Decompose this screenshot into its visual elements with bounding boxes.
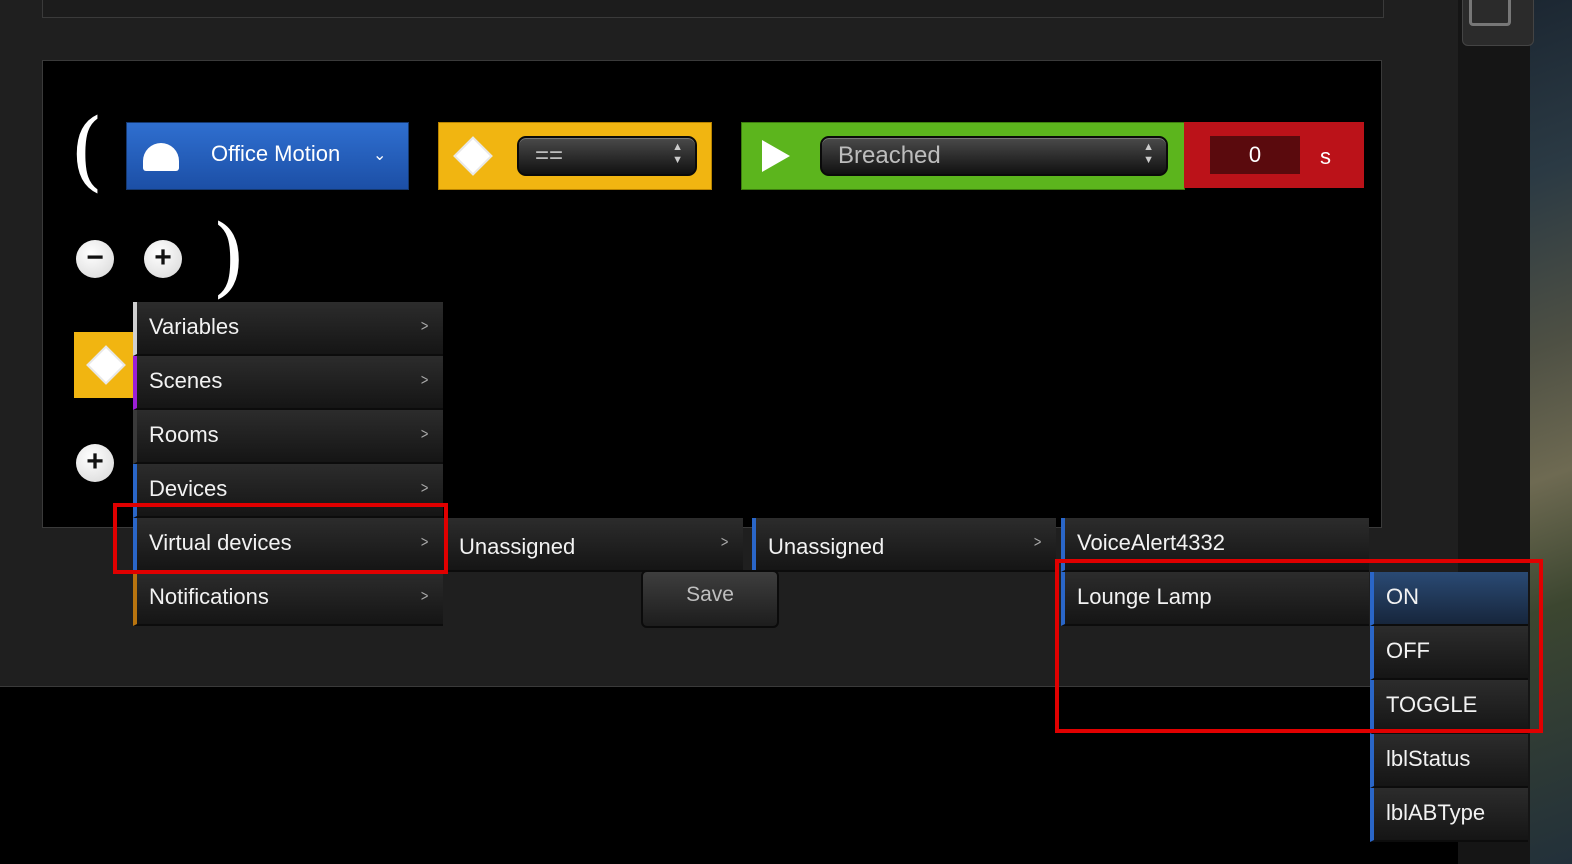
desktop-wallpaper	[1530, 0, 1572, 864]
save-button[interactable]: Save	[641, 570, 779, 628]
operator-block: == ▲ ▼	[438, 122, 712, 190]
delay-unit: s	[1320, 144, 1331, 169]
add-condition-button[interactable]: +	[144, 240, 182, 278]
operator-value: ==	[535, 142, 564, 169]
menu-item-rooms[interactable]: Rooms >	[133, 410, 443, 464]
return-button[interactable]	[1462, 0, 1534, 46]
open-paren: (	[70, 101, 104, 201]
motion-sensor-icon	[143, 143, 179, 171]
state-block: Breached ▲ ▼	[741, 122, 1185, 190]
add-group-button[interactable]: +	[76, 444, 114, 482]
highlight-lamp-actions	[1055, 559, 1543, 733]
device-selector[interactable]: Office Motion ⌄	[126, 122, 409, 190]
menu-item-scenes[interactable]: Scenes >	[133, 356, 443, 410]
chevron-down-icon: ⌄	[373, 147, 387, 164]
submenu-room-unassigned[interactable]: Unassigned >	[752, 518, 1056, 572]
select-arrows-icon: ▲ ▼	[672, 141, 683, 166]
state-select[interactable]: Breached ▲ ▼	[820, 136, 1168, 176]
submenu-section-unassigned[interactable]: Unassigned >	[443, 518, 743, 572]
operator-block-2[interactable]	[74, 332, 138, 398]
diamond-icon	[86, 345, 126, 385]
device-name: Office Motion	[211, 141, 341, 166]
chevron-right-icon: >	[1033, 534, 1042, 551]
highlight-virtual-devices	[113, 503, 448, 574]
delay-block: 0 s	[1184, 122, 1364, 188]
chevron-right-icon: >	[420, 426, 429, 443]
chevron-right-icon: >	[420, 318, 429, 335]
play-icon	[762, 140, 790, 172]
remove-condition-button[interactable]: −	[76, 240, 114, 278]
chevron-right-icon: >	[420, 480, 429, 497]
delay-input[interactable]: 0	[1210, 136, 1300, 174]
chevron-right-icon: >	[420, 588, 429, 605]
chevron-right-icon: >	[720, 534, 729, 551]
close-paren: )	[212, 207, 246, 307]
menu-item-notifications[interactable]: Notifications >	[133, 572, 443, 626]
select-arrows-icon: ▲ ▼	[1143, 141, 1154, 166]
top-panel-box	[42, 0, 1384, 18]
chevron-right-icon: >	[420, 372, 429, 389]
diamond-icon	[453, 136, 493, 176]
state-value: Breached	[838, 142, 941, 169]
menu-item-variables[interactable]: Variables >	[133, 302, 443, 356]
action-item-lblstatus[interactable]: lblStatus	[1370, 734, 1528, 788]
action-item-lblabtype[interactable]: lblABType	[1370, 788, 1528, 842]
operator-select[interactable]: == ▲ ▼	[517, 136, 697, 176]
return-icon	[1469, 0, 1511, 26]
